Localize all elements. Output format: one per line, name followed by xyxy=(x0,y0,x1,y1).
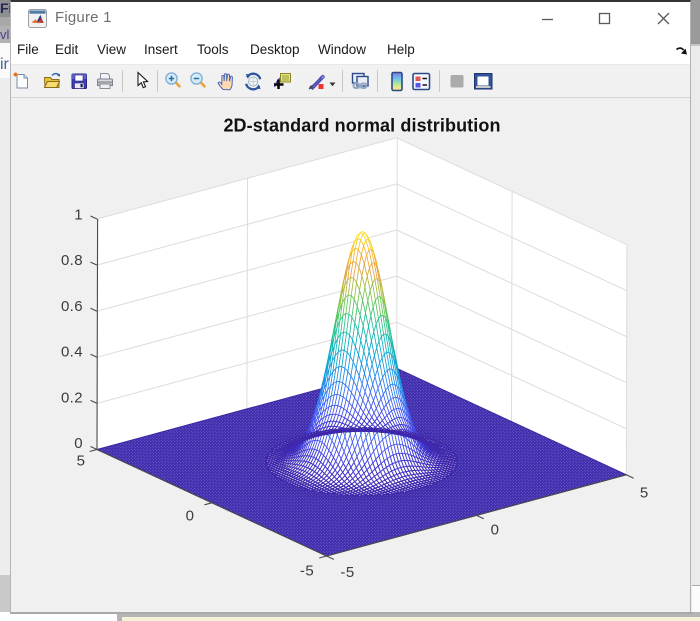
svg-text:0: 0 xyxy=(74,435,83,452)
svg-text:0: 0 xyxy=(186,508,195,525)
svg-text:1: 1 xyxy=(74,207,83,224)
svg-text:0.8: 0.8 xyxy=(61,252,83,269)
svg-text:5: 5 xyxy=(77,453,86,470)
svg-text:5: 5 xyxy=(640,485,649,502)
svg-text:-5: -5 xyxy=(300,563,314,580)
svg-text:0.4: 0.4 xyxy=(61,344,83,361)
svg-text:0: 0 xyxy=(491,522,500,539)
svg-text:2D-standard normal distributio: 2D-standard normal distribution xyxy=(223,116,500,136)
svg-text:0.2: 0.2 xyxy=(61,389,83,406)
svg-text:-5: -5 xyxy=(340,564,354,581)
svg-text:0.6: 0.6 xyxy=(61,298,83,315)
